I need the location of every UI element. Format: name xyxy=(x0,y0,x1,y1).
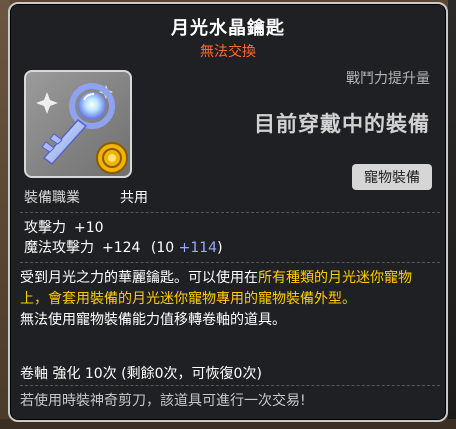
job-value: 共用 xyxy=(120,190,148,206)
magic-attack-stat: 魔法攻擊力 +124 (10 +114) xyxy=(24,238,223,258)
upgrade-info: 卷軸 強化 10次 (剩餘0次，可恢復0次) xyxy=(20,366,262,382)
game-background-right xyxy=(448,0,456,429)
magic-attack-label: 魔法攻擊力 xyxy=(24,240,94,256)
trade-status: 無法交換 xyxy=(200,44,256,60)
currently-equipped-label: 目前穿戴中的裝備 xyxy=(254,112,430,136)
scissors-notice: 若使用時裝神奇剪刀，該道具可進行一次交易! xyxy=(20,393,306,409)
item-description: 受到月光之力的華麗鑰匙。可以使用在所有種類的月光迷你寵物上，會套用裝備的月光迷你… xyxy=(20,268,438,331)
magic-attack-bonus: +114 xyxy=(178,240,218,256)
item-name: 月光水晶鑰匙 xyxy=(171,18,285,39)
divider xyxy=(20,212,440,214)
magic-attack-base: (10 xyxy=(150,240,175,256)
magic-attack-close: ) xyxy=(217,240,223,256)
combat-power-label: 戰鬥力提升量 xyxy=(346,71,430,87)
job-requirement: 裝備職業 共用 xyxy=(24,187,148,207)
attack-stat: 攻擊力 +10 xyxy=(24,218,223,238)
crystal-key-icon xyxy=(36,83,128,174)
magic-attack-value: +124 xyxy=(102,240,141,256)
description-main: 受到月光之力的華麗鑰匙。可以使用在所有種類的月光迷你寵物上，會套用裝備的月光迷你… xyxy=(20,268,438,310)
item-icon-frame xyxy=(24,70,132,178)
divider xyxy=(20,262,440,264)
attack-label: 攻擊力 xyxy=(24,220,66,236)
stats-block: 攻擊力 +10 魔法攻擊力 +124 (10 +114) xyxy=(24,218,223,258)
attack-value: +10 xyxy=(74,220,104,236)
divider xyxy=(20,385,440,387)
category-badge: 寵物裝備 xyxy=(352,164,432,190)
description-text: 受到月光之力的華麗鑰匙。可以使用在 xyxy=(20,270,258,286)
job-label: 裝備職業 xyxy=(24,190,80,206)
description-line2: 無法使用寵物裝備能力值移轉卷軸的道具。 xyxy=(20,312,286,328)
item-tooltip: 月光水晶鑰匙 無法交換 戰鬥力提升量 目前穿戴中的裝備 寵物裝備 裝備職業 共用… xyxy=(8,2,448,422)
